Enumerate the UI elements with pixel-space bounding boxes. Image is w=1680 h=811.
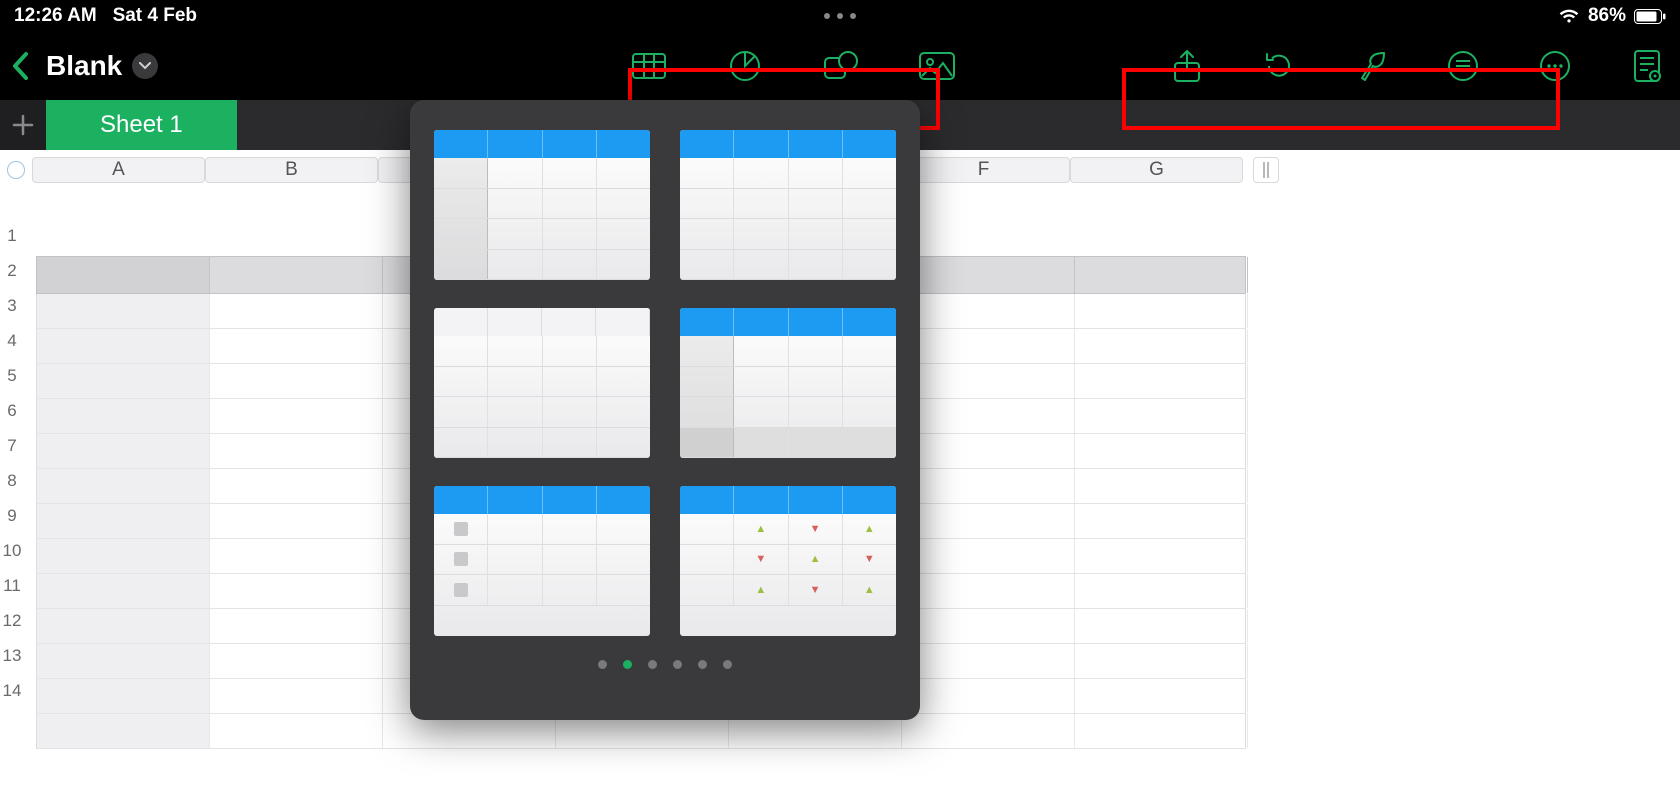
sheet-tab-active[interactable]: Sheet 1: [46, 100, 237, 150]
status-right: 86%: [1558, 5, 1666, 27]
row-header[interactable]: 13: [0, 638, 24, 673]
battery-pct: 86%: [1588, 5, 1626, 27]
row-header[interactable]: 12: [0, 603, 24, 638]
col-header[interactable]: F: [897, 157, 1070, 183]
col-header[interactable]: B: [205, 157, 378, 183]
multitask-dots: [824, 13, 856, 19]
plus-icon: [11, 113, 35, 137]
document-settings-icon: [1633, 49, 1661, 83]
row-header[interactable]: 6: [0, 393, 24, 428]
handle-icon: [1263, 162, 1269, 178]
row-header[interactable]: 8: [0, 463, 24, 498]
page-dot[interactable]: [698, 660, 707, 669]
page-dots[interactable]: [434, 660, 896, 669]
document-title-text: Blank: [46, 50, 122, 82]
page-dot[interactable]: [598, 660, 607, 669]
row-header[interactable]: 3: [0, 288, 24, 323]
row-header[interactable]: 11: [0, 568, 24, 603]
status-time: 12:26 AM: [14, 5, 97, 26]
status-date: Sat 4 Feb: [113, 5, 197, 26]
page-dot[interactable]: [648, 660, 657, 669]
page-dot[interactable]: [723, 660, 732, 669]
page-dot[interactable]: [623, 660, 632, 669]
table-style-option[interactable]: [680, 130, 896, 280]
back-button[interactable]: [0, 46, 40, 86]
table-style-option[interactable]: [434, 130, 650, 280]
col-header[interactable]: A: [32, 157, 205, 183]
row-header[interactable]: 4: [0, 323, 24, 358]
document-title[interactable]: Blank: [46, 50, 158, 82]
toolbar: Blank: [0, 32, 1680, 100]
status-left: 12:26 AM Sat 4 Feb: [14, 5, 197, 27]
highlight-box-tools: [1122, 68, 1560, 130]
row-header[interactable]: 14: [0, 673, 24, 708]
row-header[interactable]: 7: [0, 428, 24, 463]
wifi-icon: [1558, 8, 1580, 24]
row-header[interactable]: 9: [0, 498, 24, 533]
table-style-option[interactable]: [434, 308, 650, 458]
table-styles-popover: ▲▼▲ ▼▲▼ ▲▼▲: [410, 100, 920, 720]
row-header[interactable]: 2: [0, 253, 24, 288]
table-style-option[interactable]: ▲▼▲ ▼▲▼ ▲▼▲: [680, 486, 896, 636]
page-dot[interactable]: [673, 660, 682, 669]
table-corner-handle[interactable]: [0, 150, 32, 190]
row-headers: 1 2 3 4 5 6 7 8 9 10 11 12 13 14: [0, 196, 24, 811]
sheet-tab-label: Sheet 1: [100, 111, 183, 139]
add-column-handle[interactable]: [1253, 157, 1279, 183]
row-header[interactable]: 1: [0, 218, 24, 253]
row-header[interactable]: 5: [0, 358, 24, 393]
battery-icon: [1634, 9, 1666, 24]
table-style-option[interactable]: [434, 486, 650, 636]
status-bar: 12:26 AM Sat 4 Feb 86%: [0, 0, 1680, 32]
row-header[interactable]: 10: [0, 533, 24, 568]
chevron-down-icon[interactable]: [132, 53, 158, 79]
document-settings-button[interactable]: [1626, 45, 1668, 87]
add-sheet-button[interactable]: [0, 100, 46, 150]
table-style-option[interactable]: [680, 308, 896, 458]
table-style-grid: ▲▼▲ ▼▲▼ ▲▼▲: [434, 130, 896, 636]
col-header[interactable]: G: [1070, 157, 1243, 183]
